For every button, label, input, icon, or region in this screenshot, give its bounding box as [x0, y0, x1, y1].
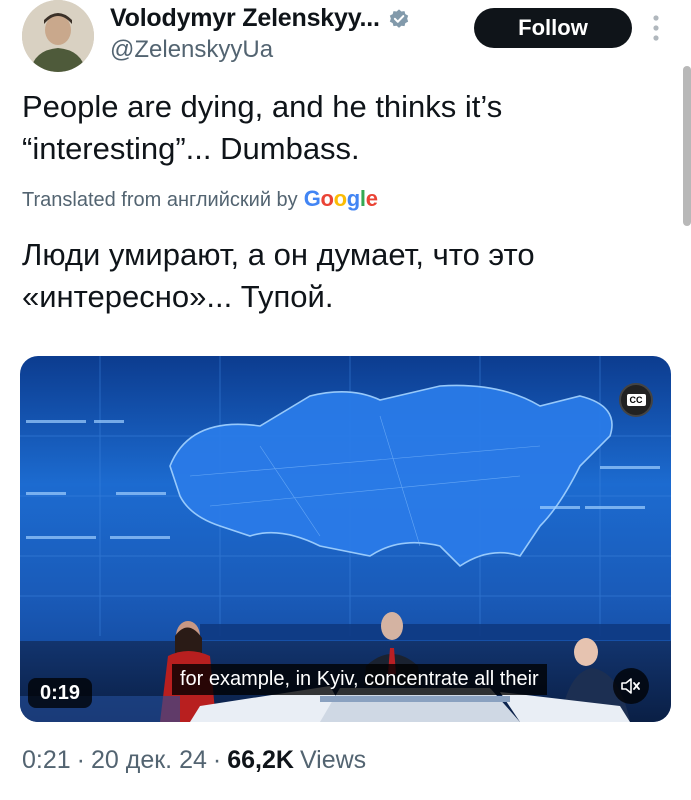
- video-subtitle: for example, in Kyiv, concentrate all th…: [172, 664, 547, 695]
- tweet-header: Volodymyr Zelenskyy... @ZelenskyyUa Foll…: [22, 0, 672, 72]
- verified-badge-icon: [389, 8, 408, 28]
- views-count: 66,2K: [227, 746, 294, 774]
- translation-notice: Translated from английский by Google: [22, 186, 378, 212]
- mute-button[interactable]: [613, 668, 649, 704]
- separator: ·: [212, 746, 222, 774]
- video-elapsed-time: 0:19: [28, 678, 92, 708]
- closed-captions-button[interactable]: CC: [619, 383, 653, 417]
- author-name[interactable]: Volodymyr Zelenskyy...: [110, 4, 380, 33]
- tweet-date[interactable]: 20 дек. 24: [91, 746, 207, 775]
- video-player[interactable]: CC for example, in Kyiv, concentrate all…: [20, 356, 671, 722]
- author-avatar[interactable]: [22, 0, 94, 72]
- author-handle[interactable]: @ZelenskyyUa: [110, 36, 273, 64]
- vertical-ellipsis-icon[interactable]: [652, 14, 660, 42]
- author-name-row: Volodymyr Zelenskyy...: [110, 4, 410, 33]
- tweet-text: People are dying, and he thinks it’s “in…: [22, 89, 503, 166]
- views-label: Views: [299, 746, 367, 774]
- translation-notice-label: Translated from английский by: [22, 189, 298, 211]
- separator: ·: [76, 746, 85, 774]
- speaker-muted-icon: [621, 678, 640, 694]
- tweet-metadata: 0:21 · 20 дек. 24 · 66,2K Views: [22, 746, 366, 775]
- translated-text: Люди умирают, а он думает, что это «инте…: [22, 237, 535, 314]
- google-logo: Google: [303, 186, 378, 211]
- tweet-time[interactable]: 0:21: [22, 746, 71, 775]
- page-scrollbar[interactable]: [683, 66, 691, 226]
- follow-button[interactable]: Follow: [474, 8, 632, 48]
